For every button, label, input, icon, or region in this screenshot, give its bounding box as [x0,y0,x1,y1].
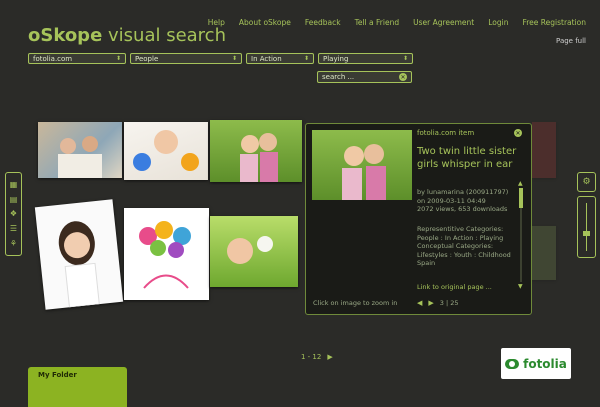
con-categories-extra: Spain [417,259,436,267]
panel-scrollbar[interactable]: ▲ ▼ [518,180,524,290]
prev-arrow-icon[interactable]: ◀ [417,299,422,307]
search-placeholder: search ... [322,73,355,81]
page-full-toggle[interactable]: Page full [556,37,586,45]
grid-icon[interactable]: ▦ [10,180,18,189]
source-value: fotolia.com [33,54,73,63]
grid-small-icon[interactable]: ▤ [10,195,18,204]
panel-author: by lunamarina (200911797) [417,188,509,196]
nav-feedback[interactable]: Feedback [305,18,341,27]
nav-user-agreement[interactable]: User Agreement [413,18,474,27]
scroll-down-icon[interactable]: ▼ [518,283,523,290]
tree-icon[interactable]: ❖ [10,209,17,218]
zoom-slider[interactable] [577,196,596,258]
next-arrow-icon[interactable]: ▶ [428,299,433,307]
nav-tell-friend[interactable]: Tell a Friend [355,18,400,27]
zoom-handle[interactable] [583,231,590,236]
photo-family[interactable] [38,122,122,178]
app-logo: oSkope visual search [28,25,226,46]
close-icon[interactable]: ✕ [399,73,407,81]
gear-icon[interactable]: ⚙ [577,172,596,192]
scroll-up-icon[interactable]: ▲ [518,180,523,187]
logo-rest: visual search [102,25,226,46]
source-dropdown[interactable]: fotolia.com ⬍ [28,53,126,64]
zoom-track [586,203,587,251]
subcategory-dropdown[interactable]: In Action ⬍ [246,53,314,64]
chevron-updown-icon: ⬍ [303,55,309,62]
con-categories-value: Lifestyles : Youth : Childhood [417,250,511,259]
activity-value: Playing [323,54,349,63]
photo-dandelion[interactable] [210,216,298,287]
cart-icon[interactable]: ⚘ [10,239,17,248]
view-toolbar: ▦ ▤ ❖ ☰ ⚘ [5,172,22,256]
photo-balloons[interactable] [124,208,209,300]
original-page-link[interactable]: Link to original page ... [417,283,492,291]
list-icon[interactable]: ☰ [10,224,17,233]
panel-date: on 2009-03-11 04:49 [417,196,486,205]
pagination-range: 1 - 12 [301,353,322,361]
panel-stats: 2072 views, 653 downloads [417,205,508,213]
my-folder[interactable]: My Folder [28,367,127,407]
fotolia-label: fotolia [523,356,567,371]
category-dropdown[interactable]: People ⬍ [130,53,242,64]
chevron-updown-icon: ⬍ [115,55,121,62]
nav-login[interactable]: Login [488,18,508,27]
nav-help[interactable]: Help [208,18,225,27]
rep-categories-label: Representitive Categories: [417,225,504,233]
photo-red-dim[interactable] [532,122,556,178]
nav-about[interactable]: About oSkope [239,18,291,27]
rep-categories-value: People : In Action : Playing [417,233,504,242]
next-page-icon[interactable]: ▶ [327,353,332,361]
nav-free-registration[interactable]: Free Registration [522,18,586,27]
activity-dropdown[interactable]: Playing ⬍ [318,53,413,64]
fotolia-logo[interactable]: fotolia [501,348,571,379]
panel-source-label: fotolia.com item [417,129,475,137]
item-detail-panel: fotolia.com item ✕ Two twin little siste… [305,123,532,315]
fotolia-mark-icon [505,358,520,369]
search-input[interactable]: search ... ✕ [317,71,412,83]
panel-categories: Representitive Categories: People : In A… [417,225,525,268]
zoom-hint: Click on image to zoom in [313,299,398,307]
category-value: People [135,54,159,63]
chevron-updown-icon: ⬍ [231,55,237,62]
folder-label: My Folder [38,371,77,379]
chevron-updown-icon: ⬍ [402,55,408,62]
photo-painted-hands[interactable] [124,122,208,180]
detail-photo[interactable] [312,130,412,200]
panel-pager: ◀ ▶ 3 | 25 [417,299,459,307]
top-navigation: Help About oSkope Feedback Tell a Friend… [208,18,586,27]
scroll-thumb[interactable] [519,188,523,208]
subcategory-value: In Action [251,54,282,63]
photo-dim-right[interactable] [530,226,556,280]
con-categories-label: Conceptual Categories: [417,242,494,250]
panel-meta: by lunamarina (200911797) on 2009-03-11 … [417,188,525,214]
filter-bar: fotolia.com ⬍ People ⬍ In Action ⬍ Playing ⬍ [28,53,413,64]
photo-girl-portrait[interactable] [34,199,124,310]
close-icon[interactable]: ✕ [514,129,522,137]
photo-twin-girls[interactable] [210,120,302,182]
logo-brand: oSkope [28,25,103,46]
pager-count: 3 | 25 [439,299,459,307]
result-pagination: 1 - 12 ▶ [301,353,333,361]
panel-title: Two twin little sister girls whisper in … [417,146,517,170]
